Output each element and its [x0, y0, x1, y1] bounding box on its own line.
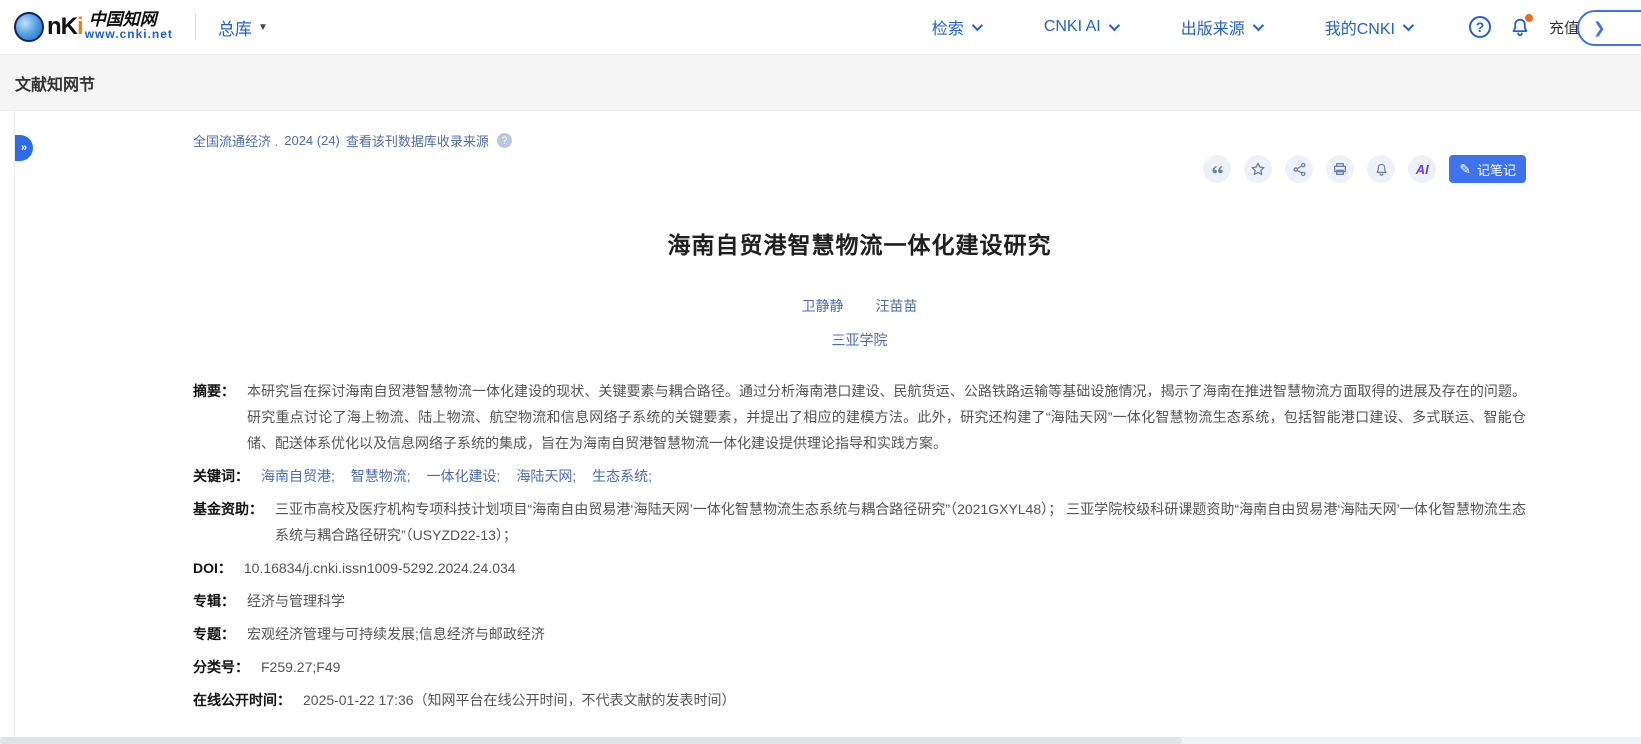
article-card: » 全国流通经济 . 2024 (24) 查看该刊数据库收录来源 ? [15, 111, 1641, 737]
abstract-row: 摘要： 本研究旨在探讨海南自贸港智慧物流一体化建设的现状、关键要素与耦合路径。通… [193, 378, 1526, 456]
caret-down-icon: ▼ [258, 22, 268, 33]
partial-edge-button[interactable]: ❯ [1577, 10, 1641, 46]
album-value: 经济与管理科学 [247, 588, 345, 614]
funding-text: 三亚市高校及医疗机构专项科技计划项目“海南自由贸易港‘海陆天网’一体化智慧物流生… [275, 496, 1526, 548]
chevron-down-icon [1403, 20, 1414, 31]
author-link[interactable]: 汪苗苗 [875, 298, 917, 314]
keywords-label: 关键词： [193, 463, 249, 489]
share-icon[interactable] [1285, 155, 1313, 183]
nav-menu-search[interactable]: 检索 [932, 15, 980, 39]
journal-issue-link[interactable]: 2024 (24) [284, 133, 340, 148]
clc-row: 分类号： F259.27;F49 [193, 654, 1526, 680]
pencil-icon: ✎ [1459, 161, 1471, 178]
topic-row: 专题： 宏观经济管理与可持续发展;信息经济与邮政经济 [193, 621, 1526, 647]
album-row: 专辑： 经济与管理科学 [193, 588, 1526, 614]
favorite-star-icon[interactable] [1244, 155, 1272, 183]
db-selector-dropdown[interactable]: 总库 ▼ [218, 15, 268, 40]
source-help-icon[interactable]: ? [497, 133, 512, 148]
chevron-down-icon [1252, 20, 1263, 31]
keyword-link[interactable]: 智慧物流; [351, 468, 411, 484]
keyword-link[interactable]: 生态系统; [592, 468, 652, 484]
alert-bell-icon[interactable] [1367, 155, 1395, 183]
partial-button-icon: ❯ [1593, 19, 1606, 37]
logo-latin-text: nKi [47, 13, 83, 41]
take-note-button[interactable]: ✎ 记笔记 [1449, 155, 1526, 183]
nav-menu-my-cnki[interactable]: 我的CNKI [1325, 15, 1411, 39]
authors-row: 卫静静 汪苗苗 [193, 296, 1526, 316]
notification-dot [1525, 14, 1533, 22]
funding-row: 基金资助： 三亚市高校及医疗机构专项科技计划项目“海南自由贸易港‘海陆天网’一体… [193, 496, 1526, 548]
doi-label: DOI： [193, 555, 232, 581]
topic-label: 专题： [193, 621, 235, 647]
online-time-label: 在线公开时间： [193, 687, 291, 713]
page-title: 文献知网节 [15, 71, 95, 95]
ai-assistant-icon[interactable]: AI [1408, 155, 1436, 183]
globe-icon [14, 12, 44, 42]
article-toolbar: AI ✎ 记笔记 [193, 154, 1526, 184]
chevron-down-icon [972, 20, 983, 31]
sidebar-expand-toggle[interactable]: » [15, 135, 33, 161]
nav-menu-cnki-ai[interactable]: CNKI AI [1044, 18, 1117, 36]
clc-label: 分类号： [193, 654, 249, 680]
clc-value: F259.27;F49 [261, 654, 340, 680]
notification-bell-icon[interactable] [1509, 16, 1531, 38]
scrollbar-thumb[interactable] [0, 737, 1182, 744]
abstract-label: 摘要： [193, 378, 235, 456]
keywords-row: 关键词： 海南自贸港; 智慧物流; 一体化建设; 海陆天网; 生态系统; [193, 463, 1526, 489]
horizontal-scrollbar[interactable] [0, 737, 1641, 744]
breadcrumb-bar: 文献知网节 [0, 55, 1641, 111]
author-link[interactable]: 卫静静 [802, 298, 844, 314]
journal-link[interactable]: 全国流通经济 . [193, 131, 278, 150]
logo-url-text: www.cnki.net [85, 27, 173, 42]
top-navbar: nKi 中国知网 www.cnki.net 总库 ▼ 检索 CNKI AI 出版… [0, 0, 1641, 55]
recharge-link[interactable]: 充值 [1549, 17, 1579, 38]
album-label: 专辑： [193, 588, 235, 614]
help-icon[interactable]: ? [1469, 16, 1491, 38]
print-icon[interactable] [1326, 155, 1354, 183]
online-time-row: 在线公开时间： 2025-01-22 17:36（知网平台在线公开时间，不代表文… [193, 687, 1526, 713]
divider [195, 14, 196, 40]
chevron-down-icon [1108, 20, 1119, 31]
affiliation-link[interactable]: 三亚学院 [832, 332, 888, 348]
keyword-link[interactable]: 海陆天网; [516, 468, 576, 484]
cnki-logo[interactable]: nKi 中国知网 www.cnki.net [14, 12, 173, 42]
doi-row: DOI： 10.16834/j.cnki.issn1009-5292.2024.… [193, 555, 1526, 581]
keyword-link[interactable]: 一体化建设; [427, 468, 501, 484]
article-fields: 摘要： 本研究旨在探讨海南自贸港智慧物流一体化建设的现状、关键要素与耦合路径。通… [193, 378, 1526, 713]
funding-label: 基金资助： [193, 496, 263, 548]
journal-source-row: 全国流通经济 . 2024 (24) 查看该刊数据库收录来源 ? [193, 131, 1526, 150]
affiliation-row: 三亚学院 [193, 330, 1526, 350]
cite-quote-icon[interactable] [1203, 155, 1231, 183]
db-source-link[interactable]: 查看该刊数据库收录来源 [346, 131, 489, 150]
topic-value: 宏观经济管理与可持续发展;信息经济与邮政经济 [247, 621, 545, 647]
doi-value: 10.16834/j.cnki.issn1009-5292.2024.24.03… [244, 555, 516, 581]
logo-cjk-text: 中国知网 [89, 12, 173, 27]
keyword-link[interactable]: 海南自贸港; [261, 468, 335, 484]
nav-menu-publish-source[interactable]: 出版来源 [1181, 15, 1261, 39]
article-title: 海南自贸港智慧物流一体化建设研究 [193, 226, 1526, 260]
nav-menus: 检索 CNKI AI 出版来源 我的CNKI [932, 15, 1411, 39]
online-time-value: 2025-01-22 17:36（知网平台在线公开时间，不代表文献的发表时间） [303, 687, 736, 713]
abstract-text: 本研究旨在探讨海南自贸港智慧物流一体化建设的现状、关键要素与耦合路径。通过分析海… [247, 378, 1526, 456]
